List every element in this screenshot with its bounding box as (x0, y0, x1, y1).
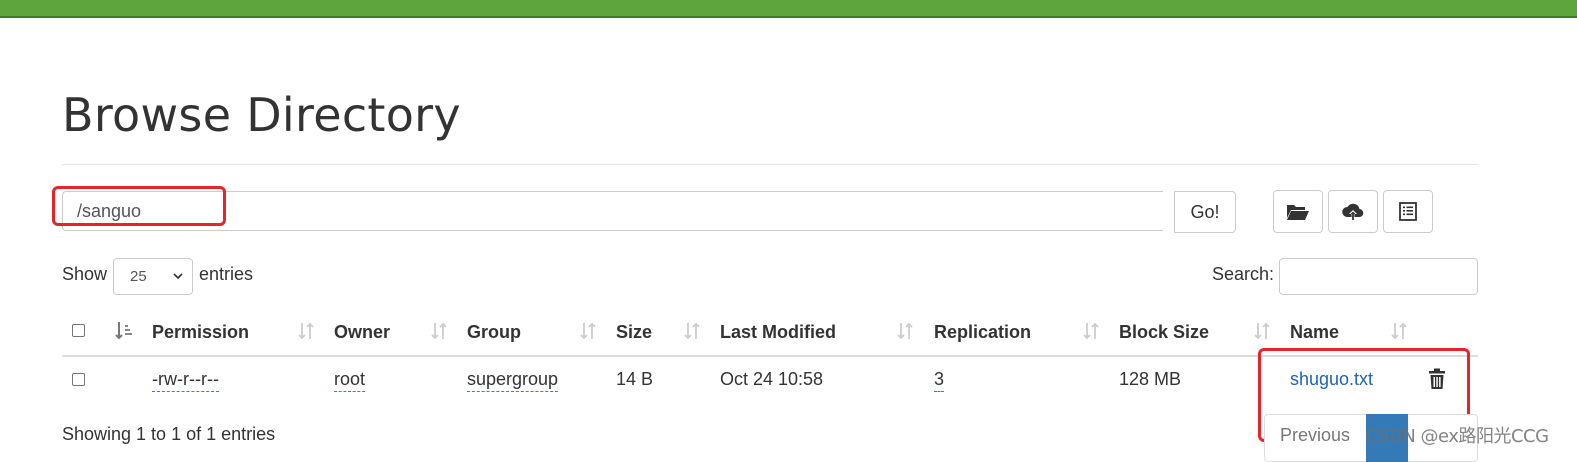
divider (62, 164, 1478, 165)
column-header-replication[interactable]: Replication (934, 322, 1031, 343)
sort-icon[interactable] (1252, 320, 1272, 342)
watermark: CSDN @ex路阳光CCG (1366, 426, 1549, 447)
cell-group[interactable]: supergroup (467, 369, 559, 392)
sort-icon[interactable] (429, 320, 449, 342)
cell-permission[interactable]: -rw-r--r-- (152, 369, 219, 392)
sort-icon[interactable] (1081, 320, 1101, 342)
folder-open-icon (1287, 204, 1309, 220)
cell-replication[interactable]: 3 (934, 369, 945, 392)
search-label: Search: (1212, 264, 1275, 284)
column-header-permission[interactable]: Permission (152, 322, 249, 343)
directory-path-input[interactable] (62, 191, 1163, 231)
cell-size: 14 B (616, 369, 654, 389)
entries-per-page-select[interactable]: 25 (113, 258, 193, 295)
table-header-divider (62, 355, 1478, 357)
trash-icon[interactable] (1428, 368, 1446, 390)
show-label: Show (62, 264, 108, 284)
row-checkbox[interactable] (72, 373, 85, 386)
cell-last-modified: Oct 24 10:58 (720, 369, 824, 389)
page-title: Browse Directory (62, 88, 461, 142)
create-directory-button[interactable] (1273, 190, 1323, 233)
sort-icon[interactable] (578, 320, 598, 342)
sort-active-icon[interactable] (114, 320, 134, 342)
sort-icon[interactable] (895, 320, 915, 342)
entries-selected-value: 25 (130, 268, 147, 285)
cell-owner[interactable]: root (334, 369, 366, 392)
cell-block-size: 128 MB (1119, 369, 1182, 389)
chevron-down-icon (173, 273, 183, 280)
column-header-size[interactable]: Size (616, 322, 652, 343)
search-input[interactable] (1279, 258, 1478, 295)
go-button[interactable]: Go! (1174, 191, 1236, 233)
entries-label: entries (199, 264, 254, 284)
header-bar (0, 0, 1577, 18)
column-header-last-modified[interactable]: Last Modified (720, 322, 836, 343)
upload-button[interactable] (1328, 190, 1378, 233)
column-header-name[interactable]: Name (1290, 322, 1339, 343)
select-all-checkbox[interactable] (72, 324, 85, 337)
file-name-link[interactable]: shuguo.txt (1290, 369, 1373, 390)
view-list-button[interactable] (1383, 190, 1433, 233)
sort-icon[interactable] (682, 320, 702, 342)
column-header-owner[interactable]: Owner (334, 322, 390, 343)
cloud-upload-icon (1342, 203, 1364, 220)
column-header-block-size[interactable]: Block Size (1119, 322, 1209, 343)
column-header-group[interactable]: Group (467, 322, 521, 343)
list-icon (1399, 202, 1417, 221)
table-info: Showing 1 to 1 of 1 entries (62, 424, 276, 444)
sort-icon[interactable] (1389, 320, 1409, 342)
sort-icon[interactable] (296, 320, 316, 342)
